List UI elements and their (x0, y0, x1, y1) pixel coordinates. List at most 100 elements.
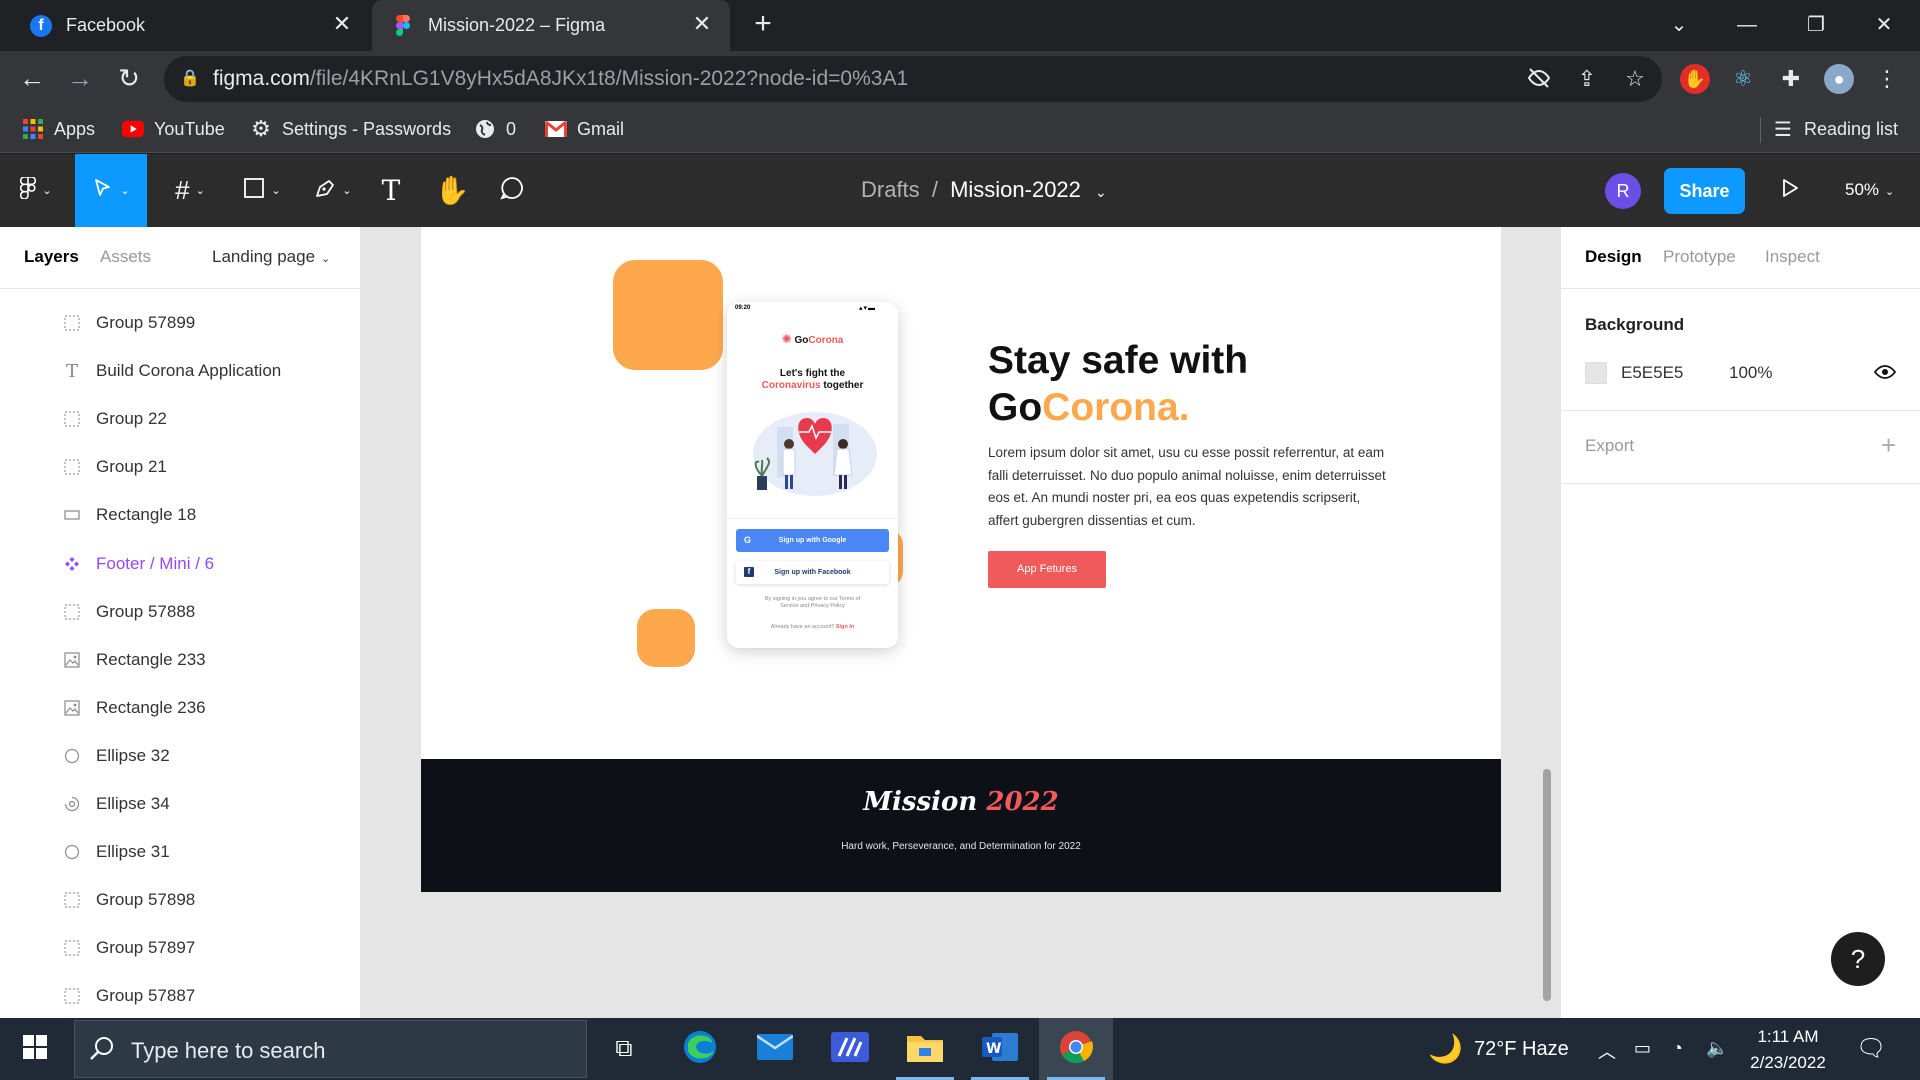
hand-tool[interactable]: ✋ (430, 154, 474, 227)
reading-list-label: Reading list (1804, 118, 1899, 139)
bookmark-gmail[interactable]: Gmail (545, 115, 624, 143)
forward-button[interactable]: → (64, 63, 96, 95)
tab-facebook[interactable]: f Facebook ✕ (0, 0, 370, 51)
chrome-app[interactable] (1039, 1018, 1113, 1080)
back-button[interactable]: ← (16, 63, 48, 95)
notifications-icon[interactable]: 🗨 (1856, 1034, 1886, 1063)
star-icon[interactable]: ☆ (1622, 66, 1648, 92)
help-button[interactable]: ? (1831, 932, 1885, 986)
facebook-signup-button[interactable]: f Sign up with Facebook (736, 561, 889, 584)
file-name[interactable]: Mission-2022 (950, 177, 1081, 202)
layer-row[interactable]: Rectangle 236 (0, 684, 360, 732)
layer-row[interactable]: Rectangle 233 (0, 636, 360, 684)
avatar[interactable]: R (1605, 173, 1641, 209)
background-opacity-input[interactable]: 100% (1729, 363, 1772, 383)
layer-row[interactable]: Ellipse 32 (0, 732, 360, 780)
bookmark-settings-passwords[interactable]: ⚙ Settings - Passwords (250, 115, 451, 143)
profile-avatar[interactable]: ● (1824, 64, 1854, 94)
volume-icon[interactable]: 🔈 (1706, 1038, 1728, 1059)
bookmark-youtube[interactable]: YouTube (122, 115, 225, 143)
canvas-scrollbar[interactable] (1543, 769, 1551, 1001)
layer-row[interactable]: Group 57887 (0, 972, 360, 1020)
chevron-down-icon[interactable]: ⌄ (1095, 184, 1107, 200)
layer-row[interactable]: Ellipse 31 (0, 828, 360, 876)
taskbar-clock[interactable]: 1:11 AM 2/23/2022 (1740, 1024, 1836, 1076)
battery-icon[interactable]: ▭ (1634, 1038, 1651, 1059)
layer-row[interactable]: Rectangle 18 (0, 491, 360, 539)
word-app[interactable]: W (963, 1018, 1037, 1080)
windows-start-button[interactable] (0, 1018, 70, 1080)
chevron-down-icon: ⌄ (271, 185, 281, 197)
present-button[interactable] (1770, 154, 1810, 227)
text-tool[interactable]: T (370, 154, 412, 227)
pen-tool[interactable]: ⌄ (298, 154, 368, 227)
weather-moon-icon[interactable]: 🌙 (1428, 1032, 1463, 1065)
bookmark-apps[interactable]: Apps (22, 115, 95, 143)
shape-tool[interactable]: ⌄ (227, 154, 297, 227)
react-devtools-icon[interactable]: ⚛ (1728, 64, 1758, 94)
file-explorer-app[interactable] (888, 1018, 962, 1080)
task-view-button[interactable]: ⧉ (587, 1018, 661, 1080)
wifi-icon[interactable]: ◔ (1672, 1038, 1683, 1059)
group-frame-icon (62, 986, 82, 1006)
more-menu-icon[interactable]: ⋮ (1872, 64, 1902, 94)
mail-app[interactable] (738, 1018, 812, 1080)
layer-row[interactable]: Group 57897 (0, 924, 360, 972)
extensions-puzzle-icon[interactable]: ✚ (1776, 64, 1806, 94)
minimize-button[interactable]: — (1730, 8, 1764, 42)
reading-list-button[interactable]: ☰ Reading list (1772, 115, 1898, 143)
breadcrumb[interactable]: Drafts / Mission-2022 ⌄ (861, 177, 1107, 203)
tab-search-icon[interactable]: ⌄ (1662, 8, 1696, 42)
lock-icon[interactable]: 🔒 (177, 66, 203, 92)
tab-layers[interactable]: Layers (24, 247, 79, 267)
layer-row[interactable]: Ellipse 34 (0, 780, 360, 828)
layer-row[interactable]: Footer / Mini / 6 (0, 540, 360, 588)
signin-link[interactable]: Sign In (836, 624, 854, 630)
tab-assets[interactable]: Assets (100, 247, 151, 267)
tab-inspect[interactable]: Inspect (1765, 247, 1820, 267)
taskbar-search-box[interactable]: Type here to search (74, 1020, 587, 1078)
share-page-icon[interactable]: ⇪ (1574, 66, 1600, 92)
powerautomate-app[interactable] (813, 1018, 887, 1080)
comment-tool[interactable] (490, 154, 534, 227)
frame-tool[interactable]: # ⌄ (155, 154, 225, 227)
layer-row[interactable]: Group 21 (0, 443, 360, 491)
reload-button[interactable]: ↻ (113, 63, 145, 95)
move-tool[interactable]: ⌄ (75, 154, 147, 227)
chevron-up-icon[interactable]: ︿ (1598, 1038, 1616, 1064)
google-signup-button[interactable]: G Sign up with Google (736, 529, 889, 552)
layer-row[interactable]: Group 57898 (0, 876, 360, 924)
close-icon[interactable]: ✕ (690, 13, 714, 37)
page-selector[interactable]: Landing page ⌄ (212, 247, 330, 267)
phone-mockup[interactable]: 09:20 ▴▾▬ ✺ GoCorona Let's fight the Cor… (727, 302, 898, 648)
eye-off-icon[interactable] (1526, 66, 1552, 92)
url-text[interactable]: figma.com/file/4KRnLG1V8yHx5dA8JKx1t8/Mi… (213, 67, 908, 91)
window-close-button[interactable]: ✕ (1867, 8, 1901, 42)
background-color-swatch[interactable] (1585, 362, 1607, 384)
design-canvas[interactable]: 09:20 ▴▾▬ ✺ GoCorona Let's fight the Cor… (361, 227, 1560, 1018)
address-bar[interactable]: 🔒 figma.com/file/4KRnLG1V8yHx5dA8JKx1t8/… (164, 56, 1662, 102)
zoom-dropdown[interactable]: 50% ⌄ (1845, 180, 1894, 200)
new-tab-button[interactable]: + (748, 9, 778, 40)
layer-row[interactable]: Group 57888 (0, 588, 360, 636)
layer-row[interactable]: T Build Corona Application (0, 347, 360, 395)
eye-icon[interactable] (1873, 364, 1897, 385)
tab-prototype[interactable]: Prototype (1663, 247, 1736, 267)
add-export-plus-icon[interactable]: + (1881, 430, 1896, 461)
share-button[interactable]: Share (1664, 168, 1745, 214)
close-icon[interactable]: ✕ (330, 13, 354, 37)
main-menu-button[interactable]: ⌄ (0, 154, 72, 227)
edge-app[interactable] (663, 1018, 737, 1080)
restore-button[interactable]: ❐ (1799, 8, 1833, 42)
breadcrumb-drafts[interactable]: Drafts (861, 177, 920, 202)
tab-figma[interactable]: Mission-2022 – Figma ✕ (372, 0, 730, 51)
adblock-extension-icon[interactable]: ✋ (1680, 64, 1710, 94)
layer-row[interactable]: Group 57899 (0, 299, 360, 347)
layer-row[interactable]: Group 22 (0, 395, 360, 443)
footer-mini[interactable]: Mission 2022 Hard work, Perseverance, an… (421, 759, 1501, 892)
tab-design[interactable]: Design (1585, 247, 1642, 267)
app-features-button[interactable]: App Fetures (988, 551, 1106, 588)
weather-text[interactable]: 72°F Haze (1474, 1038, 1569, 1061)
background-hex-input[interactable]: E5E5E5 (1621, 363, 1683, 383)
bookmark-0[interactable]: 0 (474, 115, 516, 143)
